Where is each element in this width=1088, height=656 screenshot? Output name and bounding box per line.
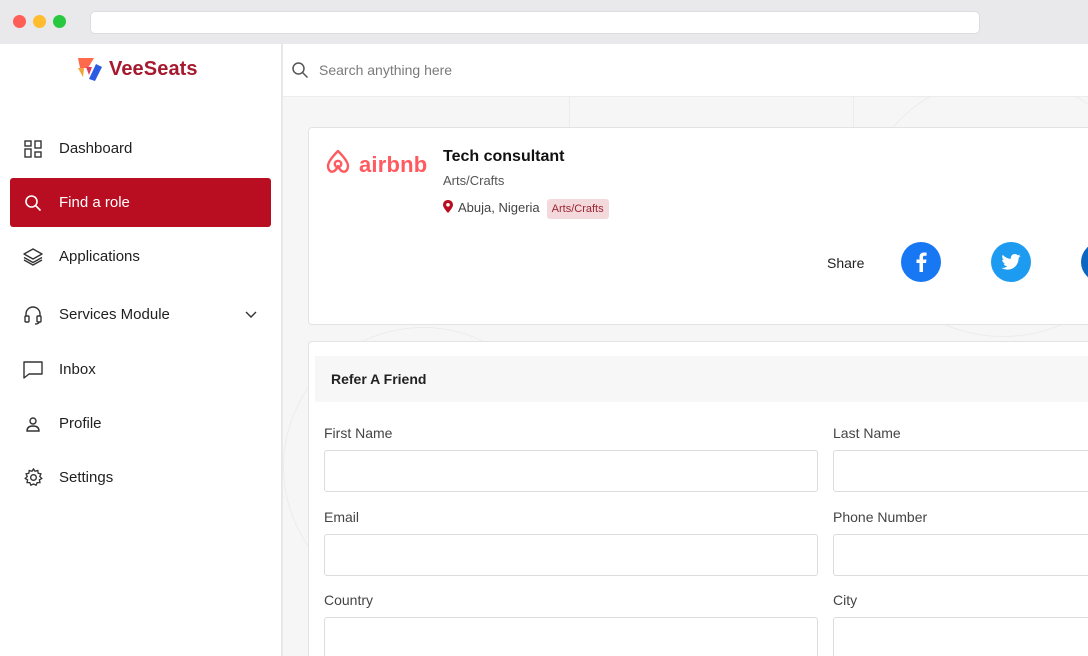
city-field[interactable] [833,617,1088,656]
minimize-window-button[interactable] [33,15,46,28]
refer-a-friend-card: Refer A Friend First Name Last Name Emai… [308,341,1088,656]
sidebar-item-label: Profile [59,415,102,432]
app-name: VeeSeats [109,57,198,80]
country-field[interactable] [324,617,818,656]
location-text: Abuja, Nigeria [458,199,540,215]
country-label: Country [324,592,374,608]
dashboard-grid-icon [22,138,44,160]
airbnb-logo-icon [323,146,353,183]
search-icon [22,192,44,214]
sidebar-item-label: Services Module [59,306,170,323]
last-name-label: Last Name [833,425,901,441]
share-label: Share [827,255,865,271]
email-label: Email [324,509,360,525]
company-logo: airbnb [323,146,427,183]
user-icon [22,413,44,435]
browser-chrome [0,0,1088,44]
facebook-share-button[interactable] [901,242,941,282]
search-input[interactable] [319,58,819,82]
layers-icon [22,246,44,268]
phone-number-field[interactable] [833,534,1088,576]
main-content: airbnb Tech consultant Arts/Crafts Abuja… [283,97,1088,656]
sidebar-item-inbox[interactable]: Inbox [10,345,271,394]
facebook-icon [916,252,927,272]
search-icon [291,61,309,84]
city-label: City [833,592,858,608]
sidebar-item-label: Find a role [59,194,130,211]
sidebar-item-applications[interactable]: Applications [10,232,271,281]
sidebar-item-label: Settings [59,469,114,486]
sidebar-item-label: Dashboard [59,140,133,157]
background-decoration [569,97,570,127]
job-title[interactable]: Tech consultant [443,148,565,166]
logo[interactable]: VeeSeats [76,54,198,84]
sidebar: VeeSeats Dashboard Find a role Applicati… [0,44,282,656]
first-name-label: First Name [324,425,393,441]
headset-icon [22,304,44,326]
sidebar-item-label: Inbox [59,361,96,378]
refer-title: Refer A Friend [331,371,427,387]
top-bar [283,44,1088,97]
linkedin-share-button[interactable] [1081,242,1088,282]
sidebar-item-settings[interactable]: Settings [10,453,271,502]
sidebar-item-find-a-role[interactable]: Find a role [10,178,271,227]
sidebar-item-label: Applications [59,248,140,265]
job-card: airbnb Tech consultant Arts/Crafts Abuja… [308,127,1088,325]
twitter-share-button[interactable] [991,242,1031,282]
last-name-field[interactable] [833,450,1088,492]
company-name: airbnb [359,151,428,177]
chevron-down-icon[interactable] [245,306,257,324]
sidebar-item-services-module[interactable]: Services Module [10,290,271,339]
job-location: Abuja, Nigeria Arts/Crafts [443,195,609,219]
chat-bubble-icon [22,359,44,381]
location-pin-icon [443,200,453,216]
first-name-field[interactable] [324,450,818,492]
close-window-button[interactable] [13,15,26,28]
email-field[interactable] [324,534,818,576]
veeseats-logo-icon [76,55,104,83]
twitter-icon [1001,254,1021,270]
maximize-window-button[interactable] [53,15,66,28]
phone-number-label: Phone Number [833,509,928,525]
job-category: Arts/Crafts [443,173,505,188]
sidebar-item-dashboard[interactable]: Dashboard [10,124,271,173]
address-bar[interactable] [90,11,980,34]
gear-icon [22,467,44,489]
background-decoration [853,97,854,127]
sidebar-item-profile[interactable]: Profile [10,399,271,448]
category-tag: Arts/Crafts [546,199,609,219]
refer-header: Refer A Friend [315,356,1088,402]
